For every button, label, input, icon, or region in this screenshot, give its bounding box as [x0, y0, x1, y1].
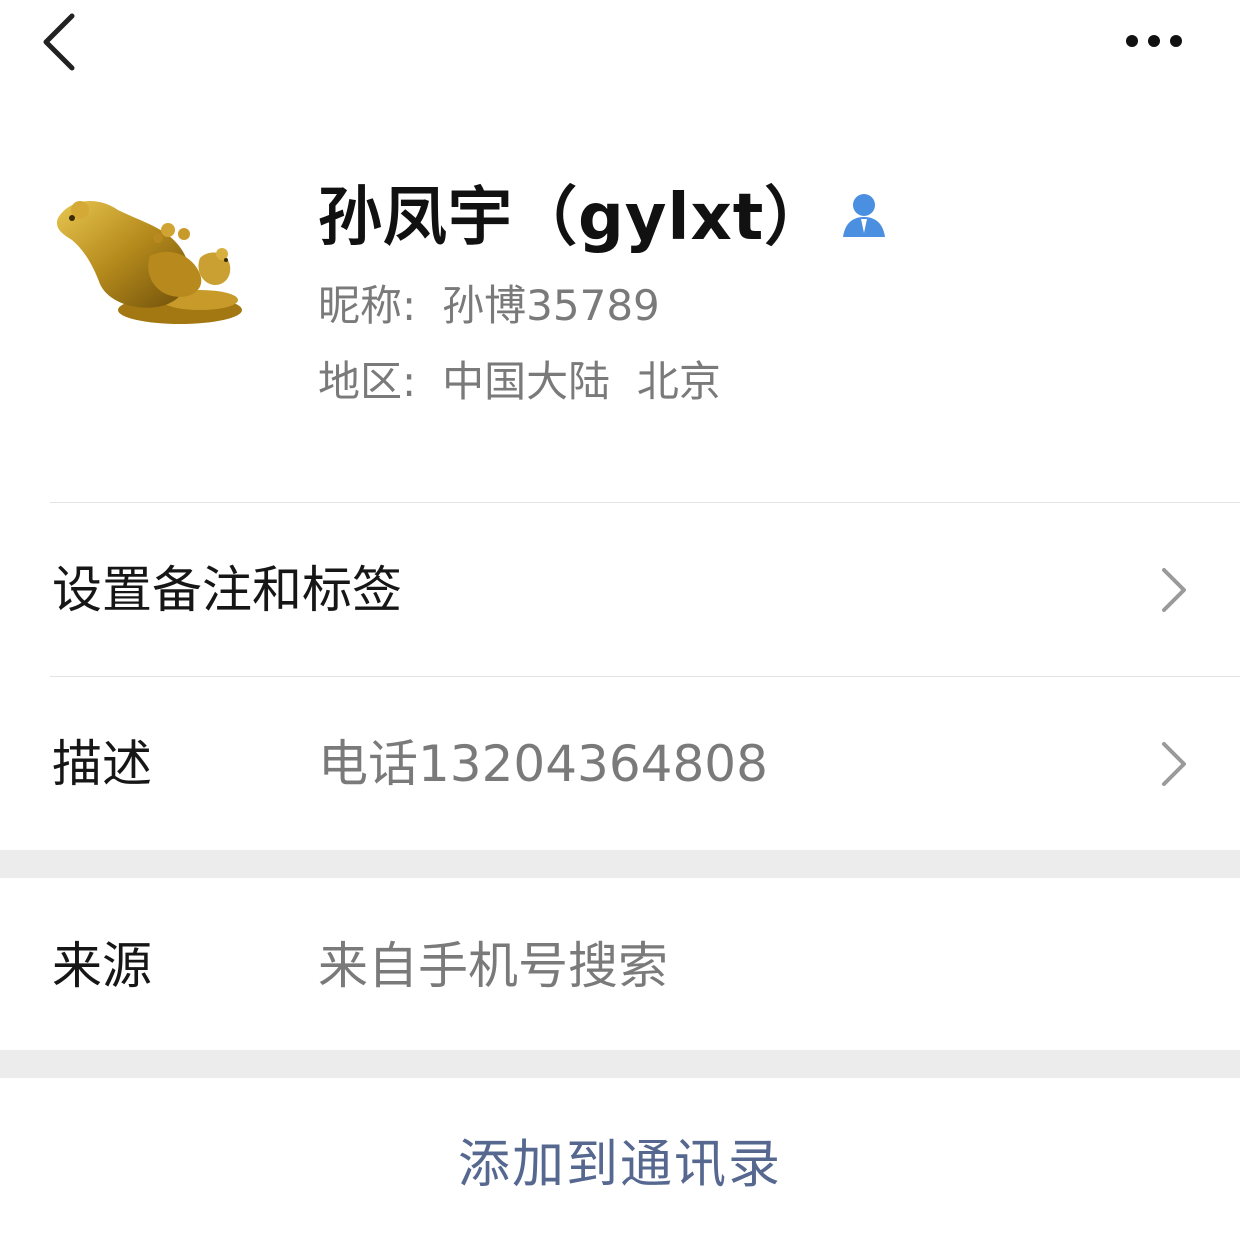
chevron-left-icon: [43, 13, 75, 71]
avatar[interactable]: [50, 188, 250, 338]
source-value: 来自手机号搜索: [318, 937, 668, 995]
region-label: 地区:: [318, 357, 417, 406]
description-label: 描述: [52, 735, 152, 793]
profile-name: 孙凤宇（gylxt）: [318, 181, 830, 255]
nickname-line: 昵称: 孙博35789: [318, 272, 660, 333]
more-horizontal-icon: [1126, 35, 1182, 47]
nickname-label: 昵称:: [318, 281, 417, 330]
region-line: 地区: 中国大陆 北京: [318, 348, 721, 409]
region-value: 中国大陆 北京: [442, 357, 721, 406]
remark-and-tags-label: 设置备注和标签: [52, 561, 402, 619]
name-row: 孙凤宇（gylxt）: [318, 172, 889, 255]
add-to-contacts-button[interactable]: 添加到通讯录: [0, 1078, 1240, 1240]
profile-header: 孙凤宇（gylxt） 昵称: 孙博35789 地区: 中国大陆 北京: [0, 150, 1240, 450]
contact-person-icon: [843, 194, 886, 237]
golden-rat-statue-image: [56, 200, 242, 324]
source-row: 来源 来自手机号搜索: [0, 880, 1240, 1052]
description-row[interactable]: 描述 电话13204364808: [0, 678, 1240, 850]
source-label: 来源: [52, 937, 152, 995]
chevron-right-icon: [1162, 742, 1186, 786]
description-value: 电话13204364808: [318, 735, 768, 793]
divider: [50, 502, 1240, 503]
section-gap: [0, 1050, 1240, 1078]
divider: [50, 676, 1240, 677]
add-to-contacts-label: 添加到通讯录: [457, 1134, 782, 1195]
chevron-right-icon: [1162, 568, 1186, 612]
remark-and-tags-row[interactable]: 设置备注和标签: [0, 504, 1240, 676]
more-button[interactable]: [1110, 18, 1200, 64]
nickname-value: 孙博35789: [442, 281, 660, 330]
top-bar: [0, 0, 1240, 90]
section-gap: [0, 850, 1240, 878]
back-button[interactable]: [30, 8, 90, 78]
